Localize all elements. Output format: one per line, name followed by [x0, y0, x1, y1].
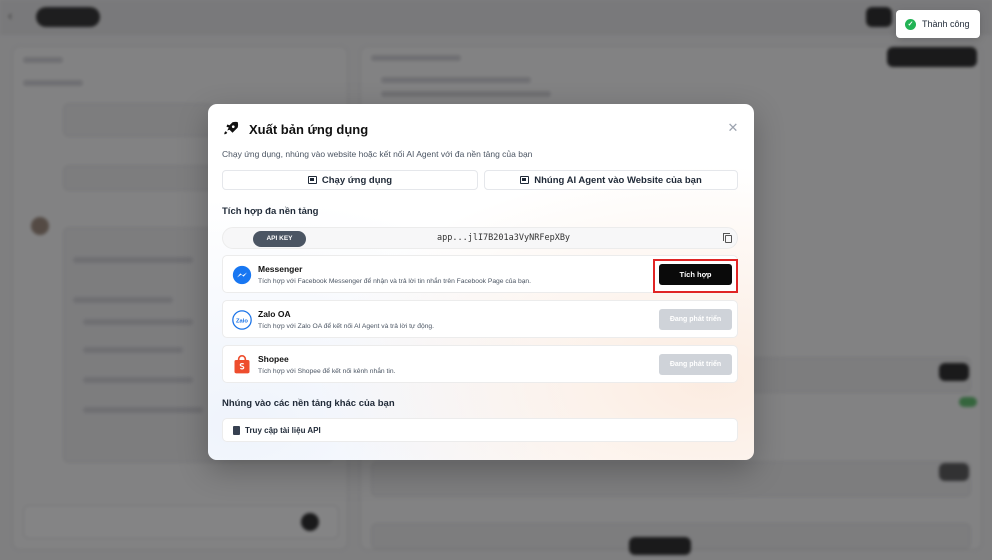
terminal-icon	[307, 176, 317, 184]
run-app-label: Chạy ứng dụng	[321, 174, 393, 186]
close-icon[interactable]: ✕	[726, 121, 740, 135]
modal-title: Xuất bản ứng dụng	[249, 122, 369, 137]
rocket-icon	[224, 121, 239, 135]
integration-zalo: Zalo Zalo OA Tích hợp với Zalo OA để kết…	[222, 300, 738, 338]
run-app-button[interactable]: Chạy ứng dụng	[222, 170, 478, 190]
shopee-in-development-button: Đang phát triển	[659, 354, 732, 375]
integration-name: Shopee	[258, 354, 289, 364]
api-key-label: API KEY	[253, 231, 306, 247]
integration-section-title: Tích hợp đa nền tảng	[222, 206, 319, 217]
api-key-row: API KEY app...jlI7B201a3VyNRFepXBy	[222, 227, 738, 249]
other-platforms-section-title: Nhúng vào các nền tảng khác của bạn	[222, 398, 395, 409]
document-icon	[233, 426, 240, 435]
integration-description: Tích hợp với Facebook Messenger để nhận …	[258, 278, 532, 285]
integration-name: Zalo OA	[258, 309, 291, 319]
integration-description: Tích hợp với Shopee để kết nối kênh nhắn…	[258, 368, 396, 375]
copy-icon[interactable]	[723, 233, 732, 243]
zalo-logo-text: Zalo	[236, 319, 248, 325]
messenger-icon	[232, 265, 252, 285]
integration-shopee: Shopee Tích hợp với Shopee để kết nối kê…	[222, 345, 738, 383]
publish-app-modal: Xuất bản ứng dụng ✕ Chạy ứng dụng, nhúng…	[208, 104, 754, 460]
integration-name: Messenger	[258, 264, 303, 274]
api-docs-label: Truy cập tài liệu API	[245, 426, 321, 435]
integration-messenger: Messenger Tích hợp với Facebook Messenge…	[222, 255, 738, 293]
success-toast: ✓ Thành công	[896, 10, 980, 38]
api-docs-link[interactable]: Truy cập tài liệu API	[222, 418, 738, 442]
zalo-icon: Zalo	[232, 310, 252, 330]
shopee-icon	[234, 355, 250, 374]
modal-subtitle: Chạy ứng dụng, nhúng vào website hoặc kế…	[222, 149, 533, 159]
toast-message: Thành công	[922, 19, 970, 29]
check-circle-icon: ✓	[905, 18, 916, 30]
integration-description: Tích hợp với Zalo OA để kết nối AI Agent…	[258, 323, 434, 330]
embed-website-button[interactable]: Nhúng AI Agent vào Website của bạn	[484, 170, 738, 190]
integrate-messenger-button[interactable]: Tích hợp	[659, 264, 732, 285]
embed-website-label: Nhúng AI Agent vào Website của bạn	[534, 174, 702, 186]
zalo-in-development-button: Đang phát triển	[659, 309, 732, 330]
monitor-icon	[520, 176, 530, 184]
api-key-value: app...jlI7B201a3VyNRFepXBy	[437, 233, 571, 243]
